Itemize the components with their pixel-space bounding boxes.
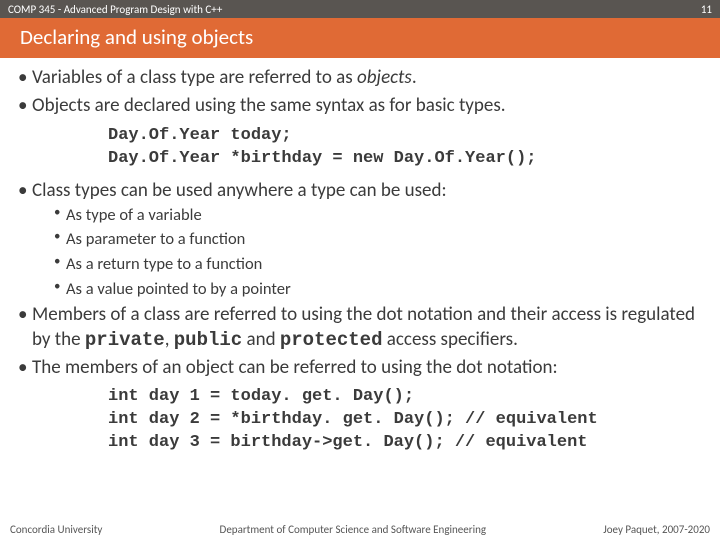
- bullet-3-sub2: As parameter to a function: [54, 229, 702, 250]
- kw-protected: protected: [280, 329, 383, 351]
- bullet-3-sublist: As type of a variable As parameter to a …: [54, 205, 702, 300]
- top-bar: COMP 345 - Advanced Program Design with …: [0, 0, 720, 18]
- bullet-3: Class types can be used anywhere a type …: [18, 179, 702, 300]
- bullet-4-text-c: and: [242, 328, 280, 351]
- footer: Concordia University Department of Compu…: [0, 523, 720, 536]
- bullet-3-sub1: As type of a variable: [54, 205, 702, 226]
- bullet-1-italic: objects: [357, 66, 412, 89]
- bullet-2: Objects are declared using the same synt…: [18, 94, 702, 170]
- bullet-3-sub4: As a value pointed to by a pointer: [54, 279, 702, 300]
- bullet-3-text: Class types can be used anywhere a type …: [32, 179, 447, 202]
- bullet-1-text-c: .: [412, 66, 417, 89]
- code-block-1: Day.Of.Year today; Day.Of.Year *birthday…: [108, 125, 702, 171]
- slide-body: Variables of a class type are referred t…: [0, 58, 720, 455]
- footer-right: Joey Paquet, 2007-2020: [603, 523, 710, 536]
- kw-private: private: [85, 329, 165, 351]
- code-block-2: int day 1 = today. get. Day(); int day 2…: [108, 386, 702, 455]
- bullet-4-text-d: access specifiers.: [382, 328, 517, 351]
- kw-public: public: [174, 329, 242, 351]
- bullet-5: The members of an object can be referred…: [18, 356, 702, 455]
- title-bar: Declaring and using objects: [0, 18, 720, 58]
- bullet-4-text-b: ,: [165, 328, 174, 351]
- slide-title: Declaring and using objects: [20, 24, 253, 50]
- bullet-1: Variables of a class type are referred t…: [18, 66, 702, 90]
- page-number: 11: [701, 3, 712, 16]
- code1-line1: Day.Of.Year today;: [108, 126, 292, 145]
- code2-line1: int day 1 = today. get. Day();: [108, 387, 414, 406]
- bullet-list: Variables of a class type are referred t…: [18, 66, 702, 455]
- course-label: COMP 345 - Advanced Program Design with …: [8, 3, 222, 16]
- code2-line3: int day 3 = birthday->get. Day(); // equ…: [108, 433, 587, 452]
- slide: COMP 345 - Advanced Program Design with …: [0, 0, 720, 540]
- footer-center: Department of Computer Science and Softw…: [220, 523, 487, 536]
- bullet-3-sub3: As a return type to a function: [54, 254, 702, 275]
- footer-left: Concordia University: [10, 523, 102, 536]
- bullet-1-text-a: Variables of a class type are referred t…: [32, 66, 357, 89]
- code2-line2: int day 2 = *birthday. get. Day(); // eq…: [108, 410, 598, 429]
- code1-line2: Day.Of.Year *birthday = new Day.Of.Year(…: [108, 149, 536, 168]
- bullet-4: Members of a class are referred to using…: [18, 303, 702, 352]
- bullet-5-text: The members of an object can be referred…: [32, 356, 558, 379]
- bullet-2-text: Objects are declared using the same synt…: [32, 94, 506, 117]
